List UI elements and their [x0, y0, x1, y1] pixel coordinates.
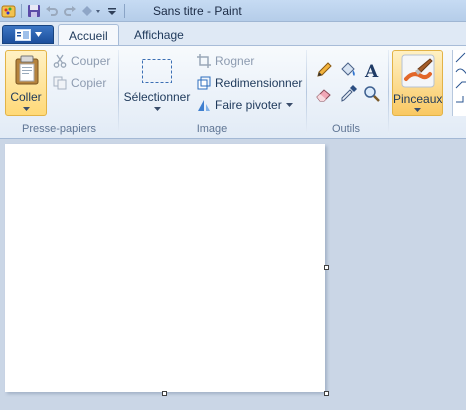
separator — [21, 4, 22, 18]
brush-icon — [401, 54, 435, 88]
menu-icon — [14, 28, 31, 41]
chevron-down-icon — [285, 103, 293, 107]
rotate-button[interactable]: Faire pivoter — [197, 96, 293, 114]
shapes-icon — [455, 52, 466, 103]
rotate-label: Faire pivoter — [215, 98, 282, 112]
shapes-gallery[interactable] — [452, 50, 466, 116]
rotate-icon — [198, 100, 210, 111]
tab-affichage[interactable]: Affichage — [124, 24, 194, 46]
title-bar: Sans titre - Paint — [0, 0, 466, 22]
group-separator — [388, 50, 389, 134]
save-icon[interactable] — [25, 2, 43, 20]
chevron-down-icon — [23, 107, 30, 111]
separator — [124, 4, 125, 18]
ribbon: Coller Couper Copier Presse-papiers Séle… — [0, 45, 466, 139]
clipboard-paste-icon — [15, 55, 39, 85]
magnifier-icon[interactable] — [361, 83, 383, 105]
workspace — [0, 139, 466, 410]
paste-label: Coller — [10, 90, 42, 104]
brushes-label: Pinceaux — [393, 92, 443, 106]
eraser-icon[interactable] — [313, 83, 335, 105]
select-label: Sélectionner — [123, 90, 191, 104]
resize-icon — [197, 76, 211, 90]
resize-handle-bottom[interactable] — [162, 391, 167, 396]
quick-access-toolbar — [0, 2, 128, 20]
ribbon-tab-row: Accueil Affichage — [0, 22, 466, 46]
chevron-down-icon — [414, 108, 421, 112]
window-title: Sans titre - Paint — [153, 4, 242, 18]
tab-accueil[interactable]: Accueil — [58, 24, 119, 46]
redo-icon[interactable] — [61, 2, 79, 20]
cut-button[interactable]: Couper — [53, 52, 110, 70]
crop-button[interactable]: Rogner — [197, 52, 254, 70]
fill-bucket-icon[interactable] — [337, 59, 359, 81]
text-icon[interactable]: A — [361, 59, 383, 81]
image-group-label: Image — [196, 123, 228, 135]
group-separator — [118, 50, 119, 134]
drawing-canvas[interactable] — [5, 144, 325, 392]
chevron-down-icon — [34, 32, 42, 37]
crop-icon — [197, 54, 211, 68]
svg-text:A: A — [364, 62, 379, 79]
resize-label: Redimensionner — [215, 76, 303, 90]
chevron-down-icon — [154, 107, 161, 111]
resize-button[interactable]: Redimensionner — [197, 74, 302, 92]
copy-label: Copier — [71, 76, 107, 90]
copy-icon — [53, 76, 67, 90]
select-rectangle-icon — [142, 59, 172, 83]
resize-handle-right[interactable] — [324, 265, 329, 270]
group-separator — [306, 50, 307, 134]
clipboard-group-label: Presse-papiers — [22, 123, 96, 135]
select-button[interactable]: Sélectionner — [122, 50, 192, 116]
color-picker-icon[interactable] — [337, 83, 359, 105]
paint-app-icon[interactable] — [0, 2, 18, 20]
customize-qat-icon[interactable] — [103, 2, 121, 20]
crop-label: Rogner — [215, 54, 255, 68]
cut-label: Couper — [71, 54, 111, 68]
paste-button[interactable]: Coller — [5, 50, 47, 116]
scissors-icon — [53, 54, 67, 68]
brushes-button[interactable]: Pinceaux — [392, 50, 443, 116]
pencil-icon[interactable] — [313, 59, 335, 81]
undo-icon[interactable] — [43, 2, 61, 20]
fill-dropdown-icon[interactable] — [79, 2, 103, 20]
paint-menu-button[interactable] — [2, 25, 54, 44]
resize-handle-corner[interactable] — [324, 391, 329, 396]
copy-button[interactable]: Copier — [53, 74, 106, 92]
tools-group-label: Outils — [331, 123, 361, 135]
